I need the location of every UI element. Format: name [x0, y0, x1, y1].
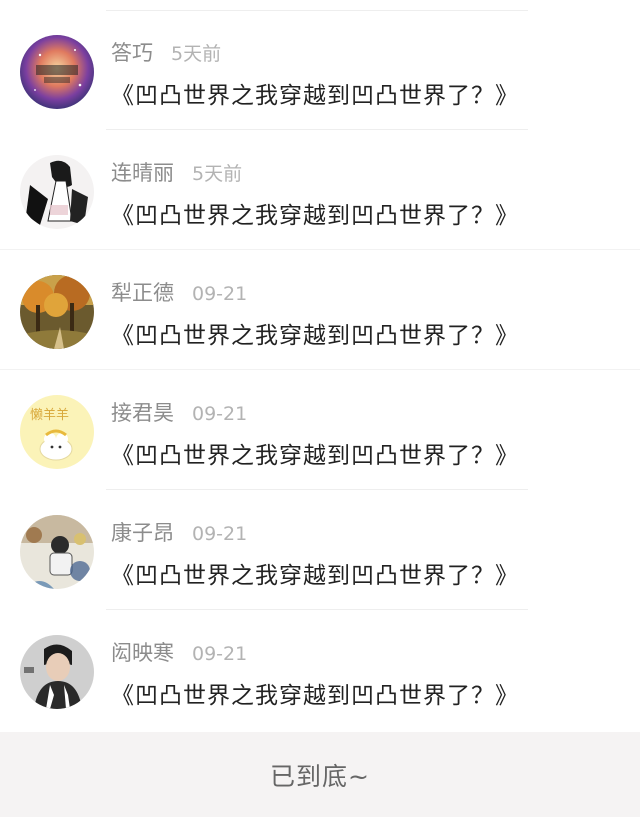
boy-photo-avatar-icon [20, 635, 94, 709]
user-name[interactable]: 闳映寒 [111, 637, 174, 667]
book-title[interactable]: 《凹凸世界之我穿越到凹凸世界了？》 [111, 436, 519, 470]
user-name[interactable]: 犁正德 [111, 277, 174, 307]
avatar[interactable] [20, 635, 94, 709]
lazy-sheep-avatar-icon: 懒羊羊 [20, 395, 94, 469]
timestamp: 5天前 [192, 163, 243, 185]
timestamp: 09-21 [192, 523, 248, 545]
user-name[interactable]: 连晴丽 [111, 157, 174, 187]
timestamp: 09-21 [192, 643, 248, 665]
person-photo-avatar-icon [20, 515, 94, 589]
book-title[interactable]: 《凹凸世界之我穿越到凹凸世界了？》 [111, 76, 519, 110]
book-title[interactable]: 《凹凸世界之我穿越到凹凸世界了？》 [111, 196, 519, 230]
comment-meta: 连晴丽 5天前 [111, 157, 242, 187]
comment-list-page: 答巧 5天前 《凹凸世界之我穿越到凹凸世界了？》 连晴丽 5天前 《凹凸世界之我… [0, 0, 640, 817]
avatar[interactable] [20, 275, 94, 349]
autumn-trees-avatar-icon [20, 275, 94, 349]
comment-meta: 犁正德 09-21 [111, 277, 247, 307]
end-of-list-text: 已到底~ [270, 761, 370, 791]
user-name[interactable]: 康子昂 [111, 517, 174, 547]
comment-meta: 闳映寒 09-21 [111, 637, 247, 667]
comment-meta: 答巧 5天前 [111, 37, 221, 67]
book-title[interactable]: 《凹凸世界之我穿越到凹凸世界了？》 [111, 556, 519, 590]
list-item[interactable]: 懒羊羊 接君昊 09-21 《凹凸世界之我穿越到凹凸世界了？》 [0, 370, 640, 490]
list-item[interactable]: 连晴丽 5天前 《凹凸世界之我穿越到凹凸世界了？》 [0, 130, 640, 250]
user-name[interactable]: 接君昊 [111, 397, 174, 427]
timestamp: 09-21 [192, 403, 248, 425]
comment-list: 答巧 5天前 《凹凸世界之我穿越到凹凸世界了？》 连晴丽 5天前 《凹凸世界之我… [0, 10, 640, 730]
list-item[interactable]: 闳映寒 09-21 《凹凸世界之我穿越到凹凸世界了？》 [0, 610, 640, 730]
avatar[interactable] [20, 515, 94, 589]
timestamp: 09-21 [192, 283, 248, 305]
book-title[interactable]: 《凹凸世界之我穿越到凹凸世界了？》 [111, 316, 519, 350]
list-item[interactable]: 犁正德 09-21 《凹凸世界之我穿越到凹凸世界了？》 [0, 250, 640, 370]
sheep-logo-text: 懒羊羊 [30, 407, 69, 423]
list-item[interactable]: 答巧 5天前 《凹凸世界之我穿越到凹凸世界了？》 [0, 10, 640, 130]
avatar[interactable] [20, 35, 94, 109]
end-of-list-footer: 已到底~ [0, 732, 640, 817]
timestamp: 5天前 [171, 43, 222, 65]
anime-girl-avatar-icon [20, 155, 94, 229]
user-name[interactable]: 答巧 [111, 37, 153, 67]
avatar[interactable]: 懒羊羊 [20, 395, 94, 469]
comment-meta: 康子昂 09-21 [111, 517, 247, 547]
galaxy-avatar-icon [20, 35, 94, 109]
book-title[interactable]: 《凹凸世界之我穿越到凹凸世界了？》 [111, 676, 519, 710]
avatar[interactable] [20, 155, 94, 229]
comment-meta: 接君昊 09-21 [111, 397, 247, 427]
list-item[interactable]: 康子昂 09-21 《凹凸世界之我穿越到凹凸世界了？》 [0, 490, 640, 610]
